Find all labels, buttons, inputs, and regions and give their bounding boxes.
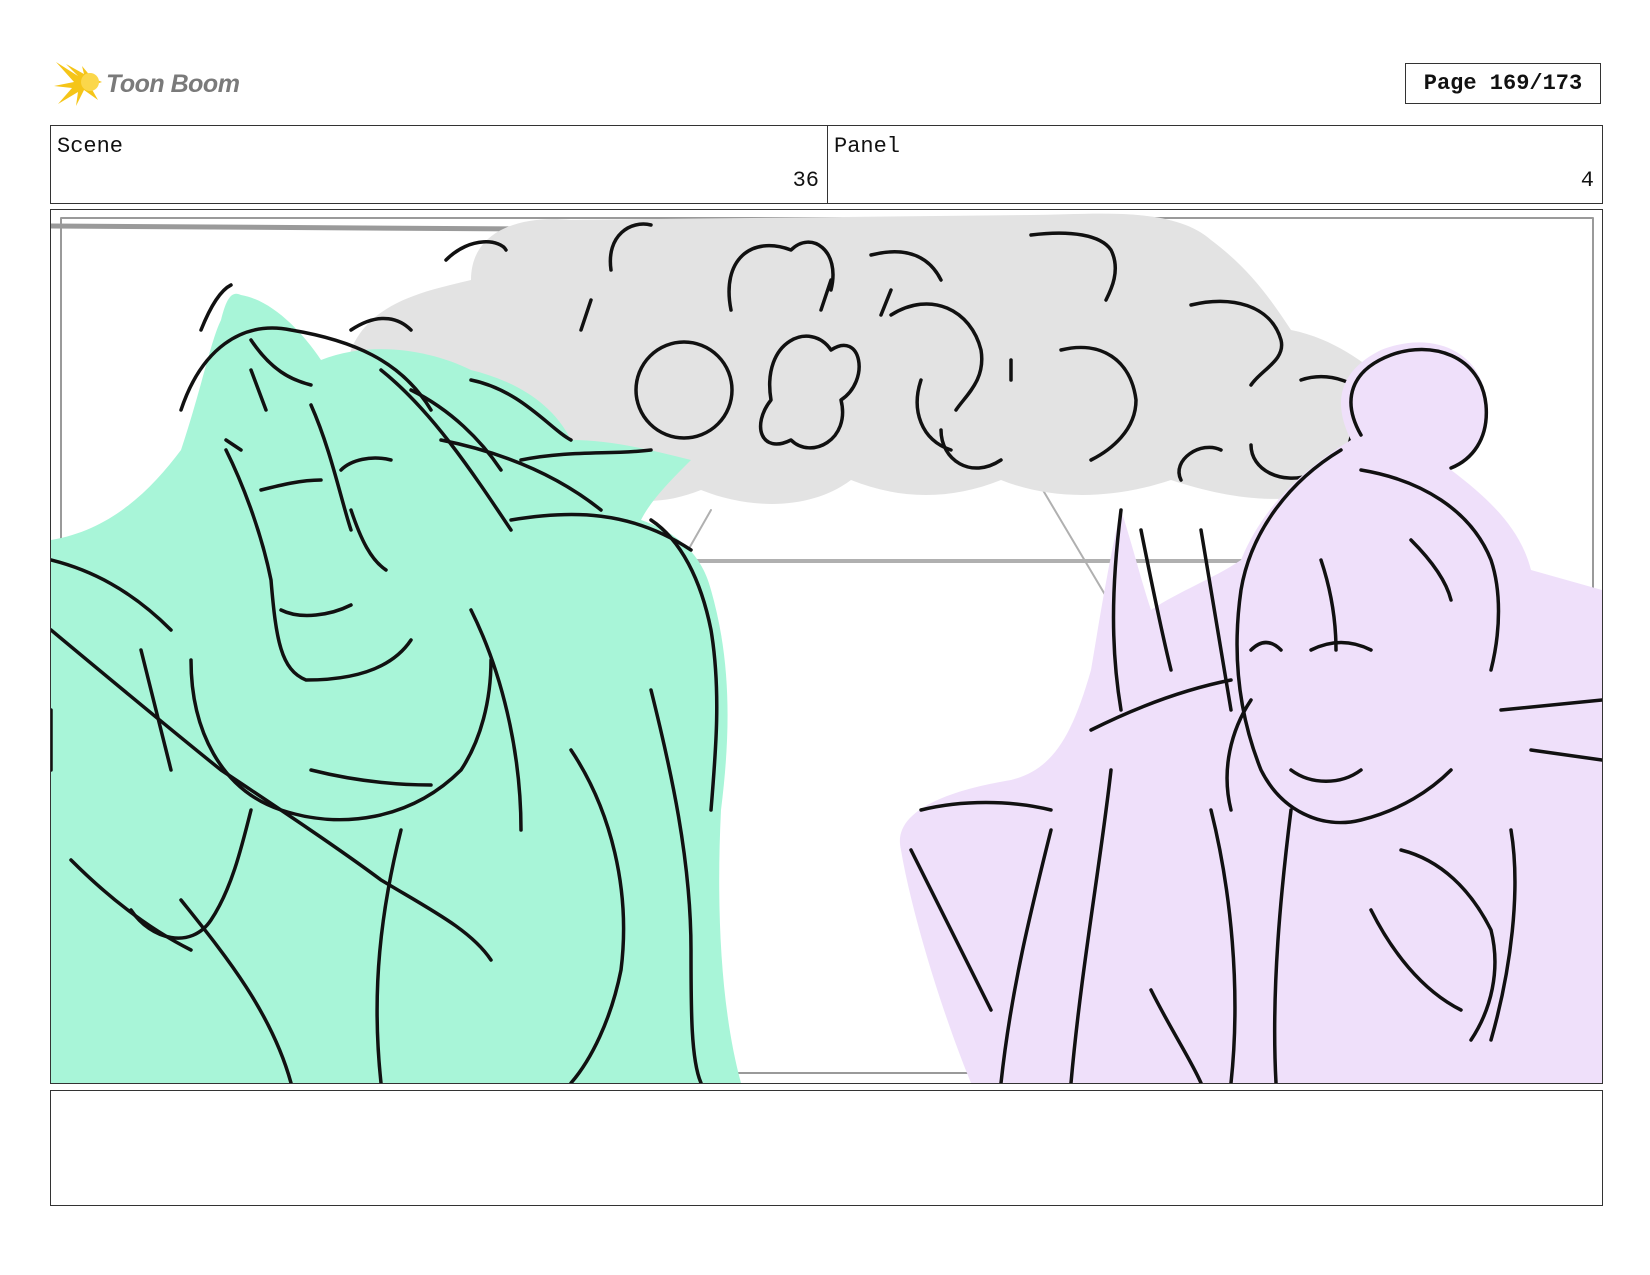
panel-number: 4 [1580, 168, 1594, 193]
scene-label: Scene [57, 134, 124, 159]
toon-boom-logo: Toon Boom [52, 56, 240, 112]
storyboard-panel-drawing [50, 209, 1603, 1084]
panel-notes-box [50, 1090, 1603, 1206]
scene-panel-row: Scene 36 Panel 4 [50, 125, 1603, 204]
panel-label: Panel [834, 134, 901, 159]
logo-text: Toon Boom [106, 69, 240, 98]
starburst-logo-icon [54, 62, 102, 106]
sketch-illustration [51, 213, 1602, 1083]
page-counter: Page 169/173 [1405, 63, 1601, 104]
scene-number: 36 [792, 168, 819, 193]
page-label: Page 169/173 [1423, 71, 1583, 96]
scene-cell: Scene 36 [51, 126, 828, 203]
panel-cell: Panel 4 [828, 126, 1602, 203]
